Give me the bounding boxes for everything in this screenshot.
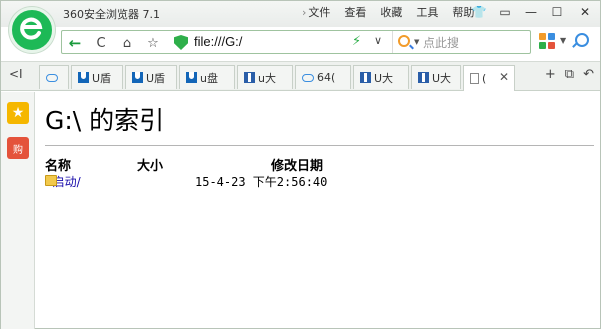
- window-controls: 👕 ▭ — ☐ ✕: [466, 1, 600, 23]
- tab-4[interactable]: u盘: [179, 65, 235, 89]
- cloud-icon: [46, 73, 58, 82]
- list-item: u启动/ 15-4-23 下午2:56:40: [45, 173, 593, 189]
- restore-panel-button[interactable]: ▭: [492, 1, 518, 23]
- page-title: G:\ 的索引: [45, 106, 165, 135]
- u-icon: [132, 72, 143, 83]
- search-engine-dropdown-icon[interactable]: ▼: [414, 38, 419, 46]
- column-size-header[interactable]: 大小: [137, 155, 163, 174]
- tab-1[interactable]: [39, 65, 69, 89]
- tab-7[interactable]: U大: [353, 65, 409, 89]
- blue-page-icon: [244, 72, 255, 83]
- u-icon: [186, 72, 197, 83]
- u-icon: [78, 72, 89, 83]
- folder-icon: [45, 175, 57, 186]
- page-content: G:\ 的索引 名称 大小 修改日期 u启动/ 15-4-23 下午2:56:4…: [45, 103, 594, 189]
- tab-active[interactable]: ( ✕: [463, 65, 515, 91]
- column-name-header[interactable]: 名称: [45, 155, 71, 174]
- maximize-button[interactable]: ☐: [544, 1, 570, 23]
- tab-strip: <I U盾 U盾 u盘 u大 64( U大 U大 (✕ + ⧉ ↶: [1, 61, 600, 91]
- search-engine-icon[interactable]: [398, 35, 410, 47]
- tab-8[interactable]: U大: [411, 65, 461, 89]
- speed-mode-icon[interactable]: ⚡: [352, 34, 361, 49]
- title-divider: [45, 145, 594, 146]
- home-button[interactable]: ⌂: [118, 34, 136, 52]
- back-button[interactable]: ←: [66, 34, 84, 52]
- modified-date: 15-4-23 下午2:56:40: [195, 175, 328, 189]
- shopping-icon[interactable]: 购: [7, 137, 29, 159]
- tab-close-icon[interactable]: ✕: [499, 70, 509, 84]
- listing-header: 名称 大小 修改日期: [45, 155, 593, 174]
- apps-grid-icon[interactable]: [539, 33, 555, 49]
- menu-view[interactable]: 查看: [337, 5, 373, 21]
- address-bar: ← C ⌂ ☆ file:///G:/ ⚡ ∨ ▼ 点此搜: [61, 30, 531, 54]
- close-button[interactable]: ✕: [570, 1, 600, 23]
- menu-favorites[interactable]: 收藏: [373, 5, 409, 21]
- magnifier-icon[interactable]: [575, 33, 589, 47]
- search-box[interactable]: ▼ 点此搜: [392, 31, 532, 53]
- tab-2[interactable]: U盾: [71, 65, 123, 89]
- navigation-bar: ← C ⌂ ☆ file:///G:/ ⚡ ∨ ▼ 点此搜 ▼: [57, 28, 600, 58]
- search-input[interactable]: 点此搜: [423, 34, 459, 51]
- sidebar: ★ 购: [1, 92, 35, 329]
- menu-file[interactable]: › 文件: [295, 5, 337, 21]
- logo-e-icon: [20, 17, 43, 40]
- new-tab-button[interactable]: +: [545, 67, 556, 82]
- browser-window: 360安全浏览器 7.1 › 文件 查看 收藏 工具 帮助 👕 ▭ — ☐ ✕ ←…: [0, 0, 601, 329]
- column-modified-header[interactable]: 修改日期: [271, 155, 323, 174]
- tab-3[interactable]: U盾: [125, 65, 177, 89]
- skin-button[interactable]: 👕: [466, 1, 492, 23]
- minimize-button[interactable]: —: [518, 1, 544, 23]
- blue-page-icon: [360, 72, 371, 83]
- undo-close-tab-button[interactable]: ↶: [583, 67, 594, 82]
- url-input[interactable]: file:///G:/: [194, 34, 242, 49]
- page-icon: [470, 73, 479, 84]
- blue-page-icon: [418, 72, 429, 83]
- tab-list-button[interactable]: ⧉: [565, 67, 574, 82]
- url-dropdown-chevron-icon[interactable]: ∨: [374, 34, 382, 47]
- tab-5[interactable]: u大: [237, 65, 293, 89]
- tab-6[interactable]: 64(: [295, 65, 351, 89]
- refresh-button[interactable]: C: [92, 34, 110, 52]
- cloud-icon: [302, 73, 314, 82]
- favorites-star-icon[interactable]: ★: [7, 102, 29, 124]
- favorite-star-button[interactable]: ☆: [144, 34, 162, 52]
- tab-tools: + ⧉ ↶: [545, 67, 594, 82]
- apps-dropdown-icon[interactable]: ▼: [560, 36, 566, 45]
- title-bar: 360安全浏览器 7.1 › 文件 查看 收藏 工具 帮助 👕 ▭ — ☐ ✕: [1, 1, 600, 27]
- menu-bar: › 文件 查看 收藏 工具 帮助: [295, 5, 481, 21]
- menu-tools[interactable]: 工具: [409, 5, 445, 21]
- browser-logo-icon[interactable]: [9, 7, 55, 53]
- security-shield-icon[interactable]: [174, 35, 188, 50]
- tab-scroll-left-button[interactable]: <I: [9, 67, 23, 81]
- app-title: 360安全浏览器 7.1: [63, 8, 160, 21]
